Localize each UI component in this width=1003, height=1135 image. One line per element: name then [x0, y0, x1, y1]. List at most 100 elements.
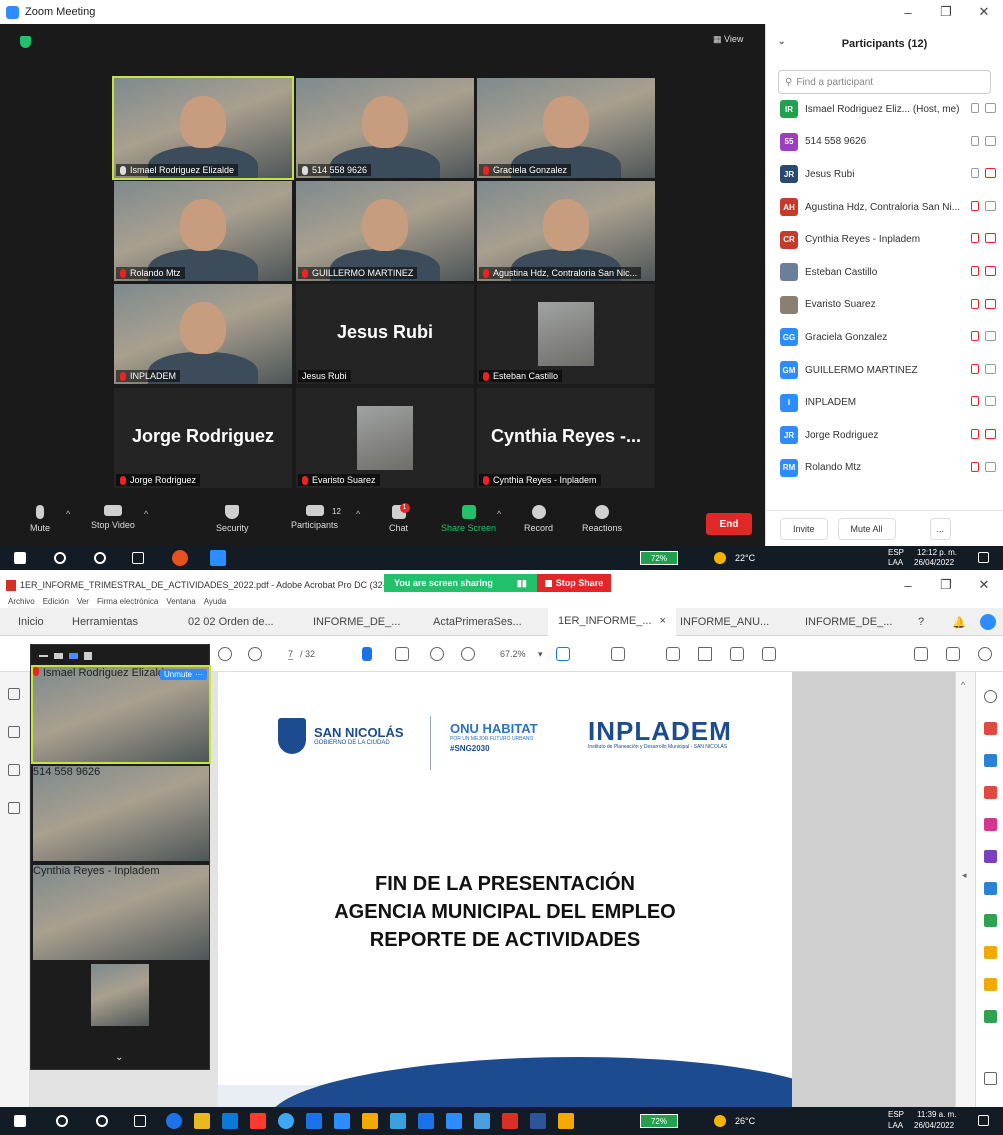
minimize-icon[interactable]: – [889, 0, 927, 24]
select-cursor-icon[interactable] [362, 647, 372, 661]
video-tile[interactable]: Jesus Rubi Jesus Rubi [296, 284, 474, 384]
organize-pages-icon[interactable] [984, 786, 997, 799]
floating-video-tile[interactable]: 514 558 9626 [33, 766, 209, 861]
maximize-icon[interactable]: ❐ [927, 576, 965, 594]
nav-tab[interactable]: Herramientas [72, 608, 138, 636]
participant-row[interactable]: IR Ismael Rodriguez Eliz... (Host, me) [766, 93, 1003, 126]
more-button[interactable]: ... [929, 517, 952, 540]
account-avatar[interactable] [980, 614, 996, 630]
battery-indicator[interactable]: 72% [640, 1114, 678, 1128]
menu-item[interactable]: Ver [77, 597, 89, 606]
video-icon[interactable] [985, 103, 996, 113]
chevron-up-icon[interactable]: ^ [497, 509, 501, 519]
scroll-mode-icon[interactable] [611, 647, 625, 661]
document-tab[interactable]: 1ER_INFORME_... × [548, 608, 676, 636]
video-off-icon[interactable] [985, 428, 996, 439]
menu-item[interactable]: Firma electrónica [97, 597, 158, 606]
more-options-icon[interactable]: ··· [195, 670, 203, 679]
video-icon[interactable] [985, 331, 996, 342]
search-icon[interactable] [54, 552, 66, 564]
participant-row[interactable]: 55 514 558 9626 [766, 126, 1003, 159]
view-button[interactable]: ▦ View [713, 34, 743, 45]
vertical-scrollbar[interactable]: ^ ◂ [955, 672, 975, 1107]
acrobat-taskbar-icon[interactable] [502, 1113, 518, 1129]
stamp-icon[interactable] [762, 647, 776, 661]
maximize-icon[interactable]: ❐ [927, 0, 965, 24]
video-off-icon[interactable] [985, 265, 996, 276]
participant-row[interactable]: RM Rolando Mtz [766, 452, 1003, 485]
lang-layout[interactable]: LAA [888, 558, 903, 567]
mic-icon[interactable] [971, 135, 979, 146]
weather-temp[interactable]: 22°C [735, 553, 755, 563]
video-tile[interactable]: 514 558 9626 [296, 78, 474, 178]
chevron-up-icon[interactable]: ^ [66, 509, 70, 519]
video-tile[interactable]: GUILLERMO MARTINEZ [296, 181, 474, 281]
participant-row[interactable]: JR Jorge Rodriguez [766, 419, 1003, 452]
fill-sign-icon[interactable] [984, 850, 997, 863]
zoom-out-icon[interactable] [430, 647, 444, 661]
clock-time[interactable]: 11:39 a. m. [917, 1110, 956, 1119]
scan-icon[interactable] [984, 946, 997, 959]
find-participant-input[interactable]: ⚲ Find a participant [778, 70, 991, 94]
windows-start-icon[interactable] [14, 552, 26, 564]
video-tile[interactable]: INPLADEM [114, 284, 292, 384]
mic-muted-icon[interactable] [971, 363, 979, 374]
comment-icon[interactable] [666, 647, 680, 661]
speaker-view-icon[interactable] [69, 653, 78, 659]
record-button[interactable]: Record [524, 505, 553, 533]
cortana-icon[interactable] [94, 552, 106, 564]
document-tab[interactable]: INFORME_DE_... [313, 608, 400, 636]
bookmark-icon[interactable] [8, 726, 20, 738]
task-view-icon[interactable] [132, 552, 144, 564]
zoom-taskbar-icon[interactable] [210, 550, 226, 566]
app-icon[interactable] [250, 1113, 266, 1129]
scroll-handle-icon[interactable]: ◂ [962, 870, 967, 881]
collapse-panel-icon[interactable] [984, 1072, 997, 1085]
video-icon[interactable] [985, 396, 996, 407]
calculator-icon[interactable] [390, 1113, 406, 1129]
participant-row[interactable]: Evaristo Suarez [766, 289, 1003, 322]
video-off-icon[interactable] [985, 168, 996, 179]
reactions-button[interactable]: Reactions [582, 505, 622, 533]
app-icon[interactable] [558, 1113, 574, 1129]
app-icon[interactable] [474, 1113, 490, 1129]
document-tab[interactable]: INFORME_ANU... [680, 608, 769, 636]
end-meeting-button[interactable]: End [706, 513, 752, 535]
page-current-input[interactable]: 7 [288, 649, 294, 660]
participant-row[interactable]: I INPLADEM [766, 386, 1003, 419]
file-explorer-icon[interactable] [194, 1113, 210, 1129]
video-tile[interactable]: Ismael Rodriguez Elizalde [112, 76, 294, 180]
document-tab[interactable]: INFORME_DE_... [805, 608, 892, 636]
next-page-icon[interactable] [248, 647, 262, 661]
windows-start-icon[interactable] [14, 1115, 26, 1127]
link-icon[interactable] [914, 647, 928, 661]
video-tile[interactable]: Evaristo Suarez [296, 388, 474, 488]
notifications-icon[interactable] [978, 1115, 989, 1126]
chevron-down-icon[interactable]: ▾ [538, 649, 543, 660]
mic-muted-icon[interactable] [971, 200, 979, 211]
chevron-up-icon[interactable]: ^ [144, 509, 148, 519]
menu-item[interactable]: Ayuda [204, 597, 227, 606]
clock-date[interactable]: 26/04/2022 [914, 558, 954, 567]
app-icon[interactable] [172, 550, 188, 566]
lang-code[interactable]: ESP [888, 548, 904, 557]
email-icon[interactable] [946, 647, 960, 661]
video-icon[interactable] [985, 200, 996, 211]
video-off-icon[interactable] [985, 298, 996, 309]
comment-icon[interactable] [984, 978, 997, 991]
video-icon[interactable] [985, 363, 996, 374]
weather-temp[interactable]: 26°C [735, 1116, 755, 1126]
clock-date[interactable]: 26/04/2022 [914, 1121, 954, 1130]
app-icon[interactable] [418, 1113, 434, 1129]
participants-button[interactable]: Participants [291, 505, 338, 530]
search-icon[interactable] [56, 1115, 68, 1127]
mute-button[interactable]: Mute [30, 505, 50, 533]
participant-row[interactable]: GG Graciela Gonzalez [766, 321, 1003, 354]
document-tab[interactable]: 02 02 Orden de... [188, 608, 274, 636]
chevron-up-icon[interactable]: ^ [356, 509, 360, 519]
pen-icon[interactable] [698, 647, 712, 661]
video-icon[interactable] [985, 461, 996, 472]
battery-indicator[interactable]: 72% [640, 551, 678, 565]
mic-muted-icon[interactable] [971, 298, 979, 309]
search-icon[interactable] [984, 690, 997, 703]
